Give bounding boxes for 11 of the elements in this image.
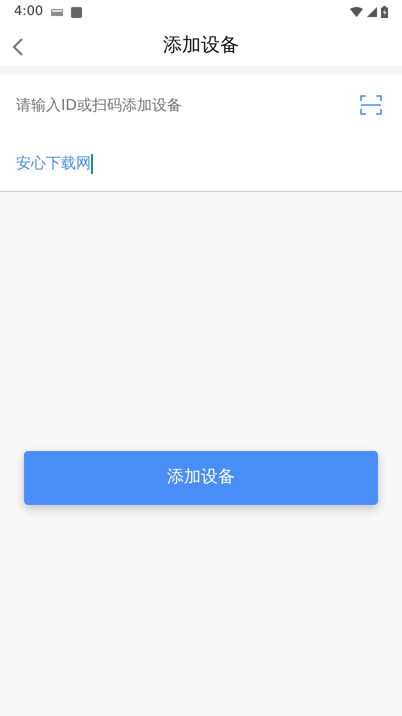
id-input-field[interactable]: 请输入ID或扫码添加设备 xyxy=(0,74,402,136)
add-device-button[interactable]: 添加设备 xyxy=(24,451,378,505)
page-title: 添加设备 xyxy=(163,34,239,56)
wifi-icon xyxy=(350,7,363,17)
keyboard-icon xyxy=(51,8,64,16)
battery-icon xyxy=(381,6,388,18)
notification-icon xyxy=(71,6,82,18)
signal-icon xyxy=(367,7,377,17)
status-time: 4:00 xyxy=(14,3,44,22)
text-field[interactable]: 安心下载网 xyxy=(0,136,402,192)
scan-icon[interactable] xyxy=(360,95,382,115)
